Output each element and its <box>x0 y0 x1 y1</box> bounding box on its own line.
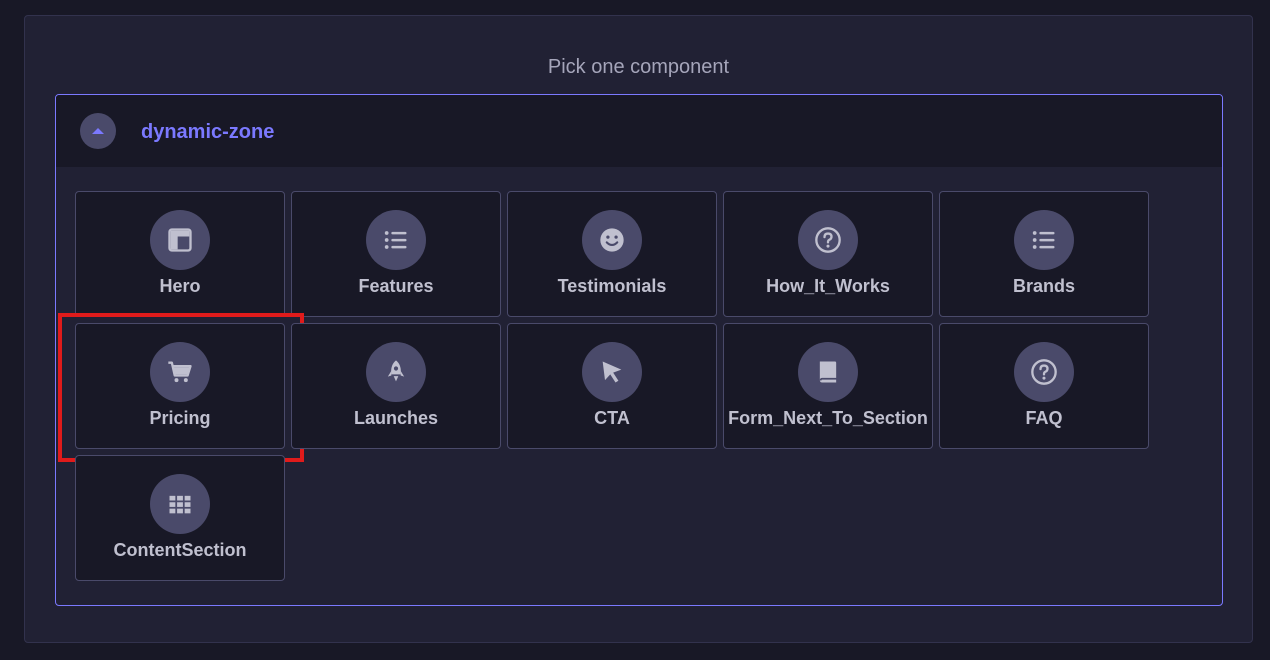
component-label: Form_Next_To_Section <box>728 408 928 428</box>
component-label: CTA <box>594 408 630 428</box>
component-label: Testimonials <box>557 276 667 296</box>
zone-header[interactable]: dynamic-zone <box>56 95 1222 167</box>
question-icon <box>798 210 858 270</box>
component-label: ContentSection <box>113 540 247 560</box>
component-picker-panel: Pick one component dynamic-zone Hero Fea… <box>24 15 1253 643</box>
dynamic-zone-box: dynamic-zone Hero Features Testimonials … <box>55 94 1223 606</box>
panel-title: Pick one component <box>547 56 730 78</box>
component-card-testimonials[interactable]: Testimonials <box>507 191 717 317</box>
component-label: How_It_Works <box>766 276 890 296</box>
component-card-features[interactable]: Features <box>291 191 501 317</box>
book-icon <box>798 342 858 402</box>
cart-icon <box>150 342 210 402</box>
list-icon <box>366 210 426 270</box>
zone-name: dynamic-zone <box>141 121 275 143</box>
component-grid: Hero Features Testimonials How_It_Works … <box>58 191 1149 581</box>
component-label: FAQ <box>1025 408 1063 428</box>
grid-icon <box>150 474 210 534</box>
collapse-toggle-button[interactable] <box>80 113 116 149</box>
component-label: Hero <box>159 276 201 296</box>
component-card-content-section[interactable]: ContentSection <box>75 455 285 581</box>
component-card-pricing[interactable]: Pricing <box>58 313 304 462</box>
component-label: Brands <box>1012 276 1075 296</box>
list-icon <box>1014 210 1074 270</box>
component-label: Pricing <box>149 408 211 428</box>
component-label: Launches <box>353 408 439 428</box>
component-label: Features <box>358 276 434 296</box>
component-card-how-it-works[interactable]: How_It_Works <box>723 191 933 317</box>
component-card-brands[interactable]: Brands <box>939 191 1149 317</box>
component-card-cta[interactable]: CTA <box>507 323 717 449</box>
component-card-launches[interactable]: Launches <box>291 323 501 449</box>
component-card-form-next-to-section[interactable]: Form_Next_To_Section <box>723 323 933 449</box>
component-card-hero[interactable]: Hero <box>75 191 285 317</box>
smile-icon <box>582 210 642 270</box>
layout-icon <box>150 210 210 270</box>
cursor-icon <box>582 342 642 402</box>
rocket-icon <box>366 342 426 402</box>
question-icon <box>1014 342 1074 402</box>
component-card-faq[interactable]: FAQ <box>939 323 1149 449</box>
chevron-up-icon <box>92 128 104 134</box>
